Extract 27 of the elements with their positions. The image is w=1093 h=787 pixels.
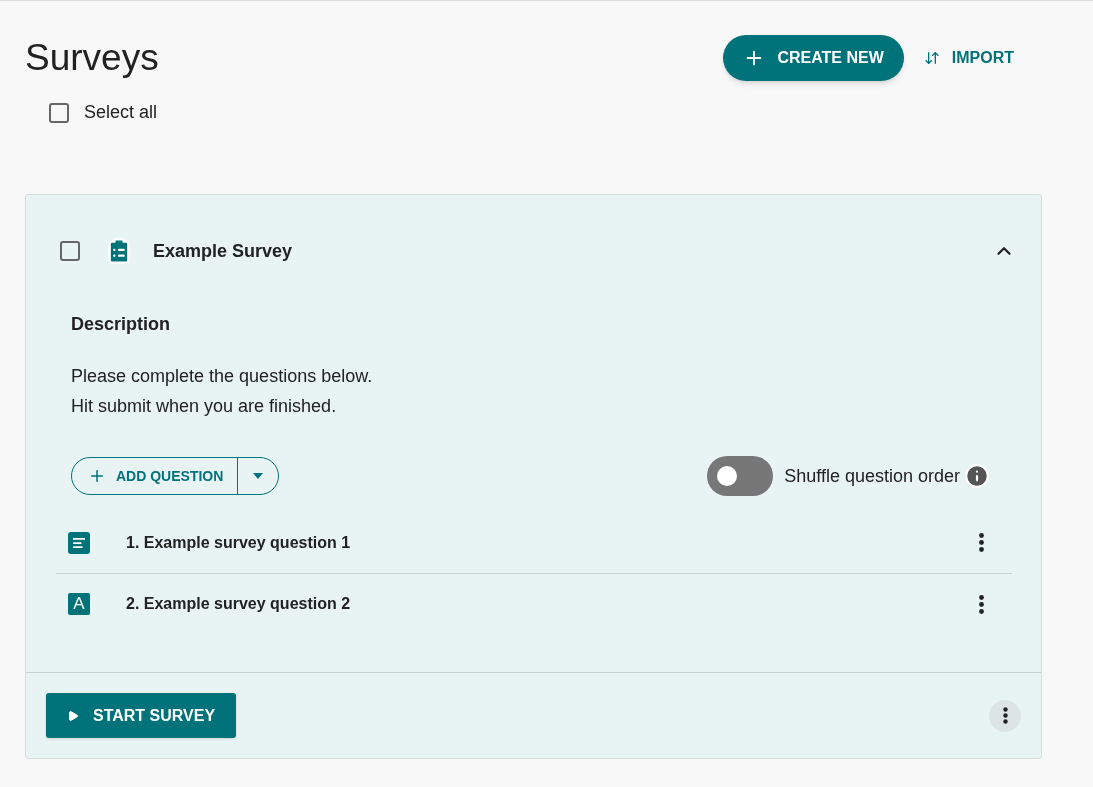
info-icon[interactable]	[964, 463, 990, 489]
survey-title: Example Survey	[153, 239, 293, 263]
plus-icon	[88, 467, 106, 485]
description-label: Description	[71, 313, 171, 336]
question-title[interactable]: 2. Example survey question 2	[126, 592, 351, 616]
swap-arrows-icon	[923, 50, 940, 66]
shuffle-toggle[interactable]	[707, 456, 774, 496]
more-options-button[interactable]	[989, 699, 1021, 732]
more-options-icon[interactable]	[979, 594, 984, 614]
add-question-button[interactable]: ADD QUESTION	[72, 458, 238, 494]
dropdown-caret-icon[interactable]	[253, 473, 264, 479]
page-title: Surveys	[25, 36, 159, 80]
play-icon	[67, 709, 79, 722]
start-survey-button[interactable]: START SURVEY	[46, 693, 237, 738]
import-button[interactable]: IMPORT	[919, 35, 1018, 81]
paragraph-icon	[68, 531, 90, 554]
text-type-icon: A	[68, 593, 90, 615]
select-all-checkbox[interactable]	[49, 102, 69, 123]
vertical-dots-icon	[1002, 707, 1008, 724]
more-options-icon[interactable]	[979, 533, 984, 552]
create-new-button[interactable]: CREATE NEW	[723, 35, 904, 81]
shuffle-label: Shuffle question order	[784, 464, 960, 488]
description-text: Hit submit when you are finished.	[71, 395, 338, 418]
description-text: Please complete the questions below.	[71, 365, 374, 388]
question-title[interactable]: 1. Example survey question 1	[126, 530, 351, 555]
select-all-label: Select all	[84, 101, 158, 124]
survey-checkbox[interactable]	[60, 241, 80, 261]
